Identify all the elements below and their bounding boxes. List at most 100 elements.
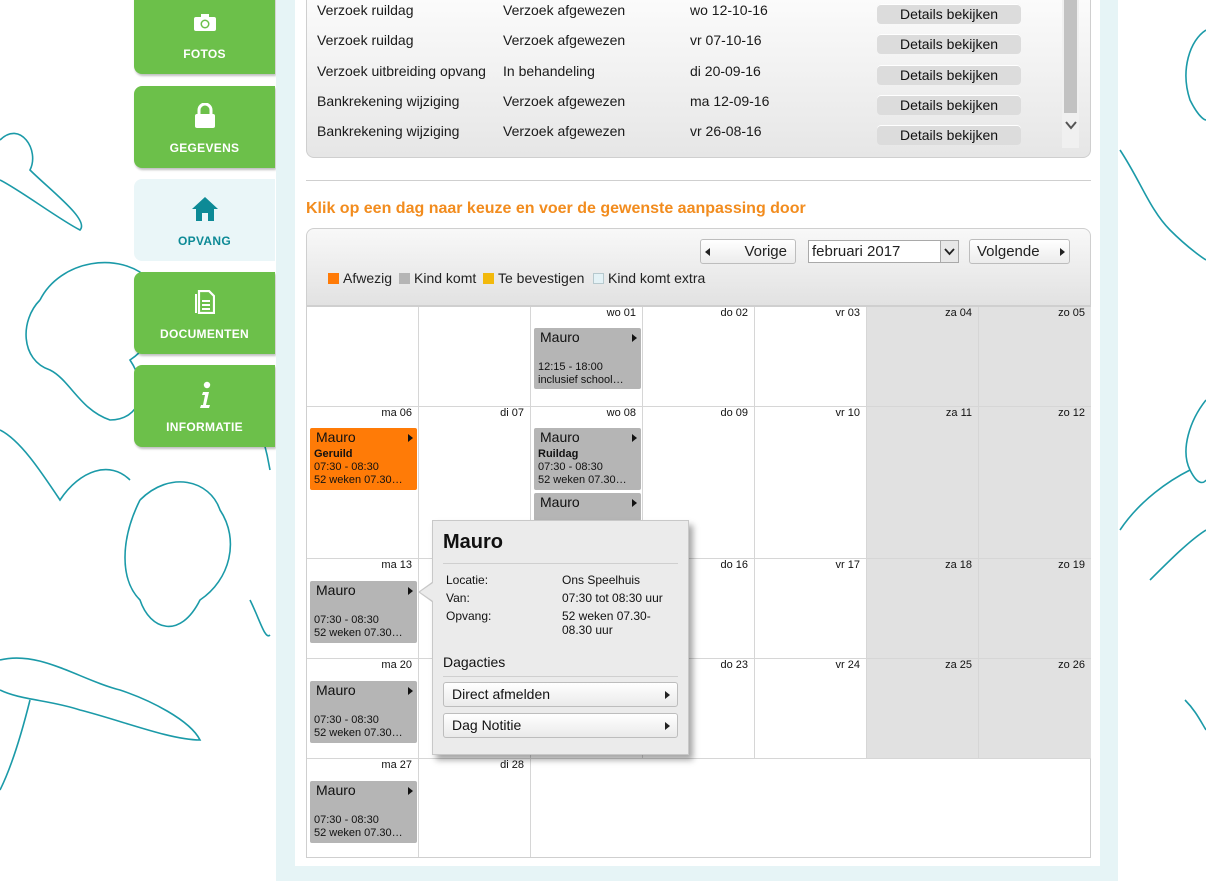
legend-label: Kind komt extra	[608, 270, 706, 286]
day-label: di 07	[500, 407, 524, 419]
calendar-day-za11[interactable]: za 11	[867, 407, 979, 559]
calendar-day-zo19[interactable]: zo 19	[979, 559, 1091, 659]
day-label: zo 19	[1058, 559, 1085, 571]
event-tag: Geruild	[314, 448, 353, 460]
caret-right-icon	[408, 434, 413, 442]
from-value: 07:30 tot 08:30 uur	[562, 591, 663, 605]
event-name: Mauro	[316, 429, 356, 445]
sidebar-item-label: OPVANG	[178, 234, 231, 248]
event-name: Mauro	[316, 782, 356, 798]
requests-list: Verzoek ruildag Verzoek afgewezen wo 12-…	[306, 0, 1091, 158]
camera-icon	[134, 9, 275, 35]
sidebar-item-label: INFORMATIE	[166, 420, 243, 434]
calendar-day-di28[interactable]: di 28	[419, 759, 531, 857]
sidebar-item-label: DOCUMENTEN	[160, 327, 249, 341]
sidebar-item-gegevens[interactable]: GEGEVENS	[134, 86, 275, 168]
caret-right-icon	[665, 722, 670, 730]
calendar-day-vr17[interactable]: vr 17	[755, 559, 867, 659]
month-select-value: februari 2017	[812, 243, 901, 260]
table-row: Bankrekening wijziging Verzoek afgewezen…	[307, 123, 1067, 153]
event-description: 52 weken 07.30…	[314, 827, 403, 839]
event-name: Mauro	[540, 329, 580, 345]
calendar-event[interactable]: Mauro 12:15 - 18:00 inclusief school…	[534, 328, 641, 389]
chevron-down-icon[interactable]	[940, 241, 958, 262]
next-month-button[interactable]: Volgende	[969, 239, 1070, 264]
calendar-day-zo26[interactable]: zo 26	[979, 659, 1091, 759]
table-row: Bankrekening wijziging Verzoek afgewezen…	[307, 93, 1067, 123]
table-row: Verzoek ruildag Verzoek afgewezen vr 07-…	[307, 32, 1067, 62]
calendar-day-vr24[interactable]: vr 24	[755, 659, 867, 759]
sidebar-item-label: FOTOS	[183, 47, 226, 61]
calendar-event[interactable]: Mauro	[534, 493, 641, 521]
day-label: za 11	[945, 407, 972, 419]
details-button[interactable]: Details bekijken	[877, 4, 1021, 24]
event-tag: Ruildag	[538, 448, 579, 460]
next-month-label: Volgende	[977, 243, 1040, 260]
previous-month-button[interactable]: Vorige	[700, 239, 796, 264]
popup-title: Mauro	[443, 531, 503, 553]
details-button[interactable]: Details bekijken	[877, 34, 1021, 54]
lock-icon	[134, 103, 275, 129]
calendar-day-empty	[419, 307, 531, 407]
event-time: 07:30 - 08:30	[314, 614, 379, 626]
day-label: za 18	[945, 559, 972, 571]
details-button[interactable]: Details bekijken	[877, 65, 1021, 85]
event-time: 12:15 - 18:00	[538, 361, 603, 373]
legend-item-afwezig: Afwezig	[327, 269, 392, 287]
legend-swatch	[593, 273, 604, 284]
request-type: Bankrekening wijziging	[317, 93, 460, 109]
chevron-down-icon[interactable]	[1065, 121, 1077, 130]
caret-right-icon	[408, 687, 413, 695]
calendar-day-za18[interactable]: za 18	[867, 559, 979, 659]
request-status: In behandeling	[503, 63, 595, 79]
day-label: za 04	[945, 307, 972, 319]
calendar-day-do02[interactable]: do 02	[643, 307, 755, 407]
calendar-day-za25[interactable]: za 25	[867, 659, 979, 759]
sidebar-item-fotos[interactable]: FOTOS	[134, 0, 275, 74]
day-label: vr 10	[835, 407, 860, 419]
chevron-left-icon	[705, 248, 710, 256]
day-label: zo 12	[1058, 407, 1085, 419]
location-label: Locatie:	[446, 573, 489, 587]
calendar-day-empty	[307, 307, 419, 407]
calendar-event[interactable]: Mauro 07:30 - 08:30 52 weken 07.30…	[310, 581, 417, 643]
calendar-day-zo12[interactable]: zo 12	[979, 407, 1091, 559]
document-icon	[134, 289, 275, 315]
requests-scrollbar[interactable]	[1062, 0, 1079, 148]
caret-right-icon	[632, 499, 637, 507]
sidebar-item-documenten[interactable]: DOCUMENTEN	[134, 272, 275, 354]
sidebar-item-informatie[interactable]: INFORMATIE	[134, 365, 275, 447]
request-type: Verzoek ruildag	[317, 2, 414, 18]
legend-swatch	[399, 273, 410, 284]
month-select[interactable]: februari 2017	[808, 240, 959, 263]
calendar-day-za04[interactable]: za 04	[867, 307, 979, 407]
button-label: Dag Notitie	[452, 717, 522, 733]
calendar-event[interactable]: Mauro 07:30 - 08:30 52 weken 07.30…	[310, 681, 417, 743]
calendar-event[interactable]: Mauro 07:30 - 08:30 52 weken 07.30…	[310, 781, 417, 843]
legend-item-kind-komt: Kind komt	[398, 269, 476, 287]
request-date: vr 26-08-16	[690, 123, 762, 139]
calendar-event[interactable]: Mauro Ruildag 07:30 - 08:30 52 weken 07.…	[534, 428, 641, 490]
home-icon	[134, 196, 275, 222]
direct-unsubscribe-button[interactable]: Direct afmelden	[443, 682, 678, 707]
calendar-event[interactable]: Mauro Geruild 07:30 - 08:30 52 weken 07.…	[310, 428, 417, 490]
day-popup: Mauro Locatie: Ons Speelhuis Van: 07:30 …	[432, 520, 689, 755]
scrollbar-thumb[interactable]	[1064, 0, 1077, 113]
request-type: Verzoek uitbreiding opvang	[317, 63, 486, 79]
day-label: vr 03	[835, 307, 860, 319]
sidebar-item-opvang[interactable]: OPVANG	[134, 179, 275, 261]
day-label: di 28	[500, 759, 524, 771]
day-label: do 23	[720, 659, 748, 671]
previous-month-label: Vorige	[744, 243, 787, 260]
details-button[interactable]: Details bekijken	[877, 95, 1021, 115]
section-divider	[306, 180, 1091, 181]
caret-right-icon	[408, 787, 413, 795]
calendar-day-zo05[interactable]: zo 05	[979, 307, 1091, 407]
legend-item-te-bevestigen: Te bevestigen	[482, 269, 584, 287]
day-label: zo 05	[1058, 307, 1085, 319]
calendar-day-vr10[interactable]: vr 10	[755, 407, 867, 559]
details-button[interactable]: Details bekijken	[877, 125, 1021, 145]
day-note-button[interactable]: Dag Notitie	[443, 713, 678, 738]
calendar-day-vr03[interactable]: vr 03	[755, 307, 867, 407]
caret-right-icon	[632, 334, 637, 342]
